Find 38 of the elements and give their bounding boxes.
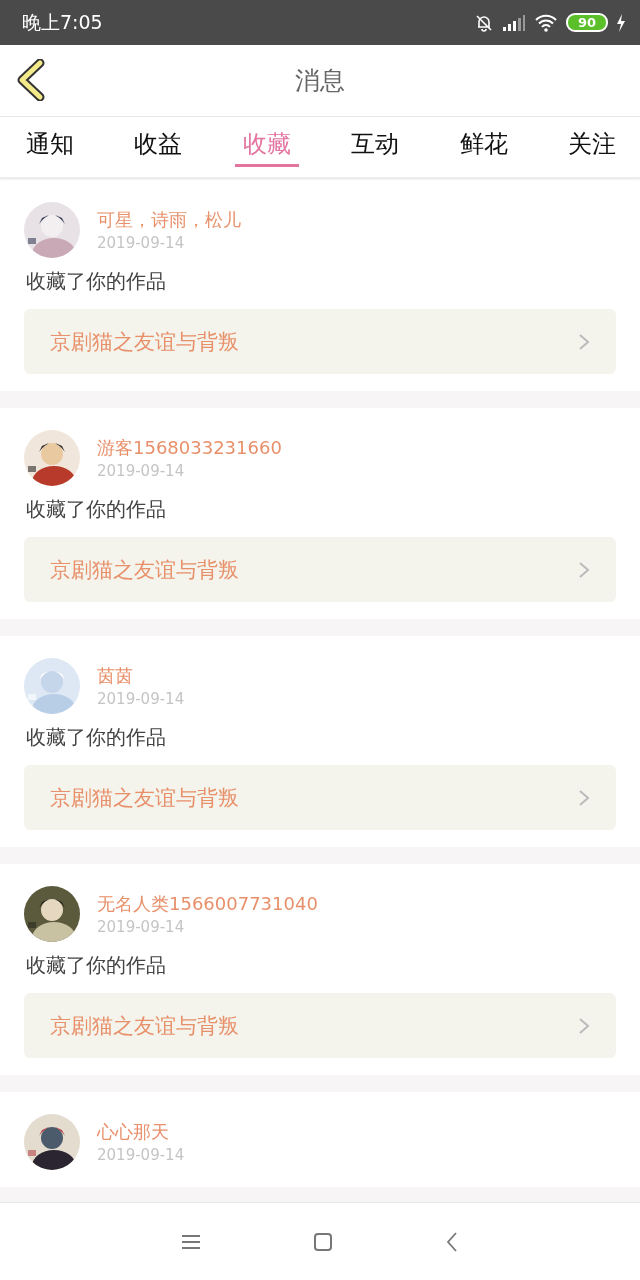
tab[interactable]: 鲜花 [451, 117, 516, 167]
home-square-icon[interactable] [313, 1231, 333, 1252]
message-text: 收藏了你的作品 [26, 496, 167, 523]
battery-level: 90 [565, 13, 608, 32]
chevron-right-icon [578, 560, 590, 579]
work-link[interactable]: 京剧猫之友谊与背叛 [24, 309, 616, 374]
work-link[interactable]: 京剧猫之友谊与背叛 [24, 537, 616, 602]
message-date: 2019-09-14 [97, 1146, 185, 1164]
tab[interactable]: 收益 [126, 117, 191, 167]
message-text: 收藏了你的作品 [26, 952, 167, 979]
chevron-right-icon [578, 1016, 590, 1035]
bell-off-icon [473, 12, 494, 33]
tab[interactable]: 收藏 [234, 117, 299, 167]
message-text: 收藏了你的作品 [26, 724, 167, 751]
chevron-right-icon [578, 332, 590, 351]
user-name[interactable]: 游客1568033231660 [97, 436, 282, 460]
menu-icon[interactable] [181, 1233, 201, 1250]
chevron-right-icon [578, 788, 590, 807]
back-icon[interactable] [16, 59, 46, 101]
tab[interactable]: 关注 [559, 117, 624, 167]
user-name[interactable]: 无名人类1566007731040 [97, 892, 318, 916]
message-date: 2019-09-14 [97, 690, 185, 708]
message-date: 2019-09-14 [97, 234, 186, 252]
message-text: 收藏了你的作品 [26, 268, 167, 295]
message-date: 2019-09-14 [97, 462, 186, 480]
status-time: 晚上7:05 [22, 9, 103, 35]
charging-icon [616, 13, 626, 32]
tab[interactable]: 通知 [18, 117, 82, 167]
user-name[interactable]: 茵茵 [97, 664, 185, 688]
user-name[interactable]: 可星，诗雨，松儿 [97, 208, 241, 232]
wifi-icon [533, 12, 558, 33]
work-link[interactable]: 京剧猫之友谊与背叛 [24, 765, 616, 830]
tab[interactable]: 互动 [343, 117, 408, 167]
user-name[interactable]: 心心那天 [97, 1120, 185, 1144]
page-title: 消息 [295, 65, 345, 97]
signal-icon [501, 13, 526, 32]
message-date: 2019-09-14 [97, 918, 186, 936]
work-link[interactable]: 京剧猫之友谊与背叛 [24, 993, 616, 1058]
